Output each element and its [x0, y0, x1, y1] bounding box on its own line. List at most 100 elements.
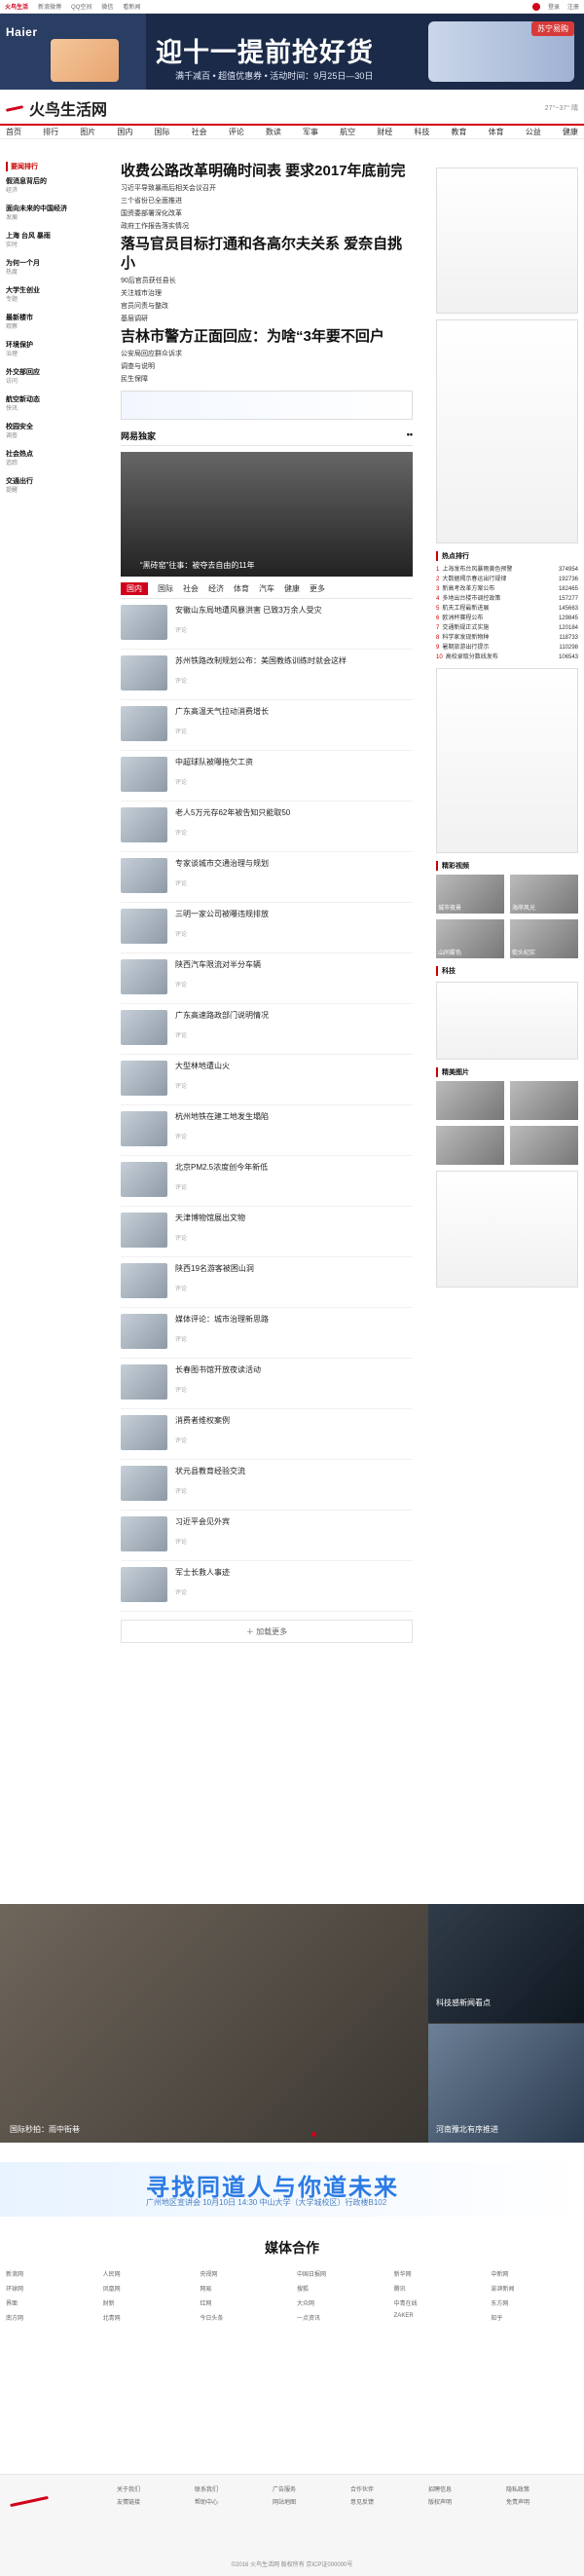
- hot-title-item[interactable]: 大数据揭示春运出行规律: [442, 577, 506, 582]
- nav-item[interactable]: 军事: [303, 127, 318, 137]
- left-item-title[interactable]: 外交部回应: [6, 368, 107, 378]
- feed-title[interactable]: 消费者维权案例: [175, 1415, 230, 1426]
- hot-item[interactable]: 5 航天工程最新进展 145663: [436, 604, 578, 614]
- inline-ad-bar[interactable]: [121, 391, 413, 420]
- feed-meta[interactable]: 评论: [175, 1182, 268, 1191]
- feed-title[interactable]: 状元县教育经验交流: [175, 1466, 245, 1476]
- hot-title-item[interactable]: 交通新规正式实施: [442, 625, 489, 631]
- feed-title[interactable]: 媒体评论：城市治理新思路: [175, 1314, 269, 1325]
- left-list-item[interactable]: 外交部回应 访问: [6, 368, 107, 387]
- hot-item[interactable]: 7 交通新规正式实施 120184: [436, 623, 578, 633]
- pager-dot[interactable]: [311, 2132, 316, 2137]
- hot-item[interactable]: 6 欧洲杯赛程公布 129845: [436, 614, 578, 623]
- photo-right-bottom-caption[interactable]: 河南豫北有序推进: [436, 2124, 498, 2135]
- feed-title[interactable]: 杭州地铁在建工地发生塌陷: [175, 1111, 269, 1122]
- tab-society[interactable]: 社会: [183, 583, 199, 594]
- tech-card[interactable]: [436, 982, 578, 1060]
- hot-item[interactable]: 9 暑期旅游出行提示 110298: [436, 643, 578, 653]
- nav-item[interactable]: 体育: [489, 127, 504, 137]
- feed-title[interactable]: 三明一家公司被曝违规排放: [175, 909, 269, 919]
- left-list-item[interactable]: 假消息背后的 经济: [6, 177, 107, 196]
- feed-title[interactable]: 老人5万元存62年被告知只能取50: [175, 807, 290, 818]
- footer-logo-icon[interactable]: [10, 2486, 49, 2516]
- topbar-item-weibo[interactable]: 新浪微博: [38, 2, 61, 11]
- feed-thumb[interactable]: [121, 1567, 167, 1602]
- partner-link[interactable]: 中青在线: [394, 2298, 482, 2307]
- feed-thumb[interactable]: [121, 757, 167, 792]
- nav-item[interactable]: 排行: [43, 127, 58, 137]
- feed-thumb[interactable]: [121, 807, 167, 842]
- left-item-title[interactable]: 为何一个月: [6, 259, 107, 269]
- hot-item[interactable]: 4 多地出台楼市调控政策 157277: [436, 594, 578, 604]
- feed-title[interactable]: 专家谈城市交通治理与规划: [175, 858, 269, 869]
- hot-item[interactable]: 2 大数据揭示春运出行规律 192736: [436, 575, 578, 584]
- left-list-item[interactable]: 校园安全 调查: [6, 423, 107, 441]
- topbar-item-news[interactable]: 看新闻: [123, 2, 140, 11]
- feed-thumb[interactable]: [121, 909, 167, 944]
- partner-link[interactable]: 新浪网: [6, 2269, 93, 2278]
- footer-link[interactable]: 版权声明: [428, 2497, 496, 2506]
- feed-thumb[interactable]: [121, 1213, 167, 1248]
- feed-thumb[interactable]: [121, 1162, 167, 1197]
- feed-title[interactable]: 长春图书馆开放夜读活动: [175, 1364, 261, 1375]
- top-banner-ad[interactable]: Haier 迎十一提前抢好货 满千减百 • 超值优惠券 • 活动时间：9月25日…: [0, 14, 584, 90]
- headline-sub[interactable]: 官员问责与整改: [121, 302, 413, 312]
- feed-thumb[interactable]: [121, 655, 167, 691]
- feed-thumb[interactable]: [121, 1364, 167, 1400]
- partner-link[interactable]: 中新网: [491, 2269, 578, 2278]
- partner-link[interactable]: 凤凰网: [103, 2284, 191, 2293]
- left-list-item[interactable]: 上海 台风 暴雨 实时: [6, 232, 107, 250]
- feed-thumb[interactable]: [121, 1466, 167, 1501]
- feed-thumb[interactable]: [121, 1111, 167, 1146]
- feed-row[interactable]: 北京PM2.5浓度创今年新低 评论: [121, 1156, 413, 1207]
- nav-item[interactable]: 首页: [6, 127, 21, 137]
- feed-meta[interactable]: 评论: [175, 878, 269, 887]
- left-item-title[interactable]: 上海 台风 暴雨: [6, 232, 107, 242]
- featured-caption[interactable]: “黑砖窑”往事：被夺去自由的11年: [140, 560, 255, 571]
- footer-link[interactable]: 联系我们: [195, 2484, 263, 2493]
- feed-title[interactable]: 天津博物馆展出文物: [175, 1213, 245, 1223]
- partner-link[interactable]: 澎湃新闻: [491, 2284, 578, 2293]
- feed-title[interactable]: 大型林地遭山火: [175, 1061, 230, 1071]
- feed-meta[interactable]: 评论: [175, 1385, 261, 1394]
- feed-title[interactable]: 广东高温天气拉动消费增长: [175, 706, 269, 717]
- left-list-item[interactable]: 面向未来的中国经济 发展: [6, 205, 107, 223]
- feed-row[interactable]: 三明一家公司被曝违规排放 评论: [121, 903, 413, 953]
- feed-title[interactable]: 陕西汽车限流对半分车辆: [175, 959, 261, 970]
- tab-international[interactable]: 国际: [158, 583, 173, 594]
- feed-meta[interactable]: 评论: [175, 1537, 230, 1546]
- right-ad-appliances[interactable]: [436, 319, 578, 543]
- nav-item[interactable]: 科技: [414, 127, 429, 137]
- left-item-title[interactable]: 假消息背后的: [6, 177, 107, 187]
- campaign-banner[interactable]: 寻找同道人与你道未来 广州地区宣讲会 10月10日 14:30 中山大学（大学城…: [0, 2162, 584, 2217]
- left-list-item[interactable]: 航空新动态 快讯: [6, 395, 107, 414]
- feed-meta[interactable]: 评论: [175, 1081, 230, 1090]
- headline-sub[interactable]: 民生保障: [121, 375, 413, 385]
- nav-item[interactable]: 数读: [266, 127, 281, 137]
- feed-title[interactable]: 军士长救人事迹: [175, 1567, 230, 1578]
- right-top-photo[interactable]: [436, 168, 578, 314]
- footer-link[interactable]: 广告服务: [273, 2484, 341, 2493]
- partner-link[interactable]: 一点资讯: [297, 2313, 384, 2322]
- beauty-thumb[interactable]: [510, 1126, 578, 1165]
- feed-title[interactable]: 安徽山东局地遭风暴洪害 已致3万余人受灾: [175, 605, 322, 616]
- hot-title-item[interactable]: 高校录取分数线发布: [446, 654, 498, 660]
- feed-thumb[interactable]: [121, 1415, 167, 1450]
- feed-meta[interactable]: 评论: [175, 777, 253, 786]
- headline-sub[interactable]: 90后官员获任县长: [121, 277, 413, 286]
- featured-image[interactable]: “黑砖窑”往事：被夺去自由的11年: [121, 452, 413, 577]
- partner-link[interactable]: 搜狐: [297, 2284, 384, 2293]
- tab-health[interactable]: 健康: [284, 583, 300, 594]
- partner-link[interactable]: 央视网: [200, 2269, 287, 2278]
- feed-row[interactable]: 天津博物馆展出文物 评论: [121, 1207, 413, 1257]
- feed-row[interactable]: 媒体评论：城市治理新思路 评论: [121, 1308, 413, 1359]
- left-item-title[interactable]: 航空新动态: [6, 395, 107, 405]
- partner-link[interactable]: 北青网: [103, 2313, 191, 2322]
- register-link[interactable]: 注册: [567, 2, 579, 11]
- left-list-item[interactable]: 大学生创业 专题: [6, 286, 107, 305]
- feed-title[interactable]: 中超球队被曝拖欠工资: [175, 757, 253, 767]
- right-ad-suning[interactable]: [436, 668, 578, 853]
- feed-thumb[interactable]: [121, 959, 167, 994]
- hot-title-item[interactable]: 航天工程最新进展: [442, 606, 489, 612]
- site-logo-icon[interactable]: [6, 101, 23, 115]
